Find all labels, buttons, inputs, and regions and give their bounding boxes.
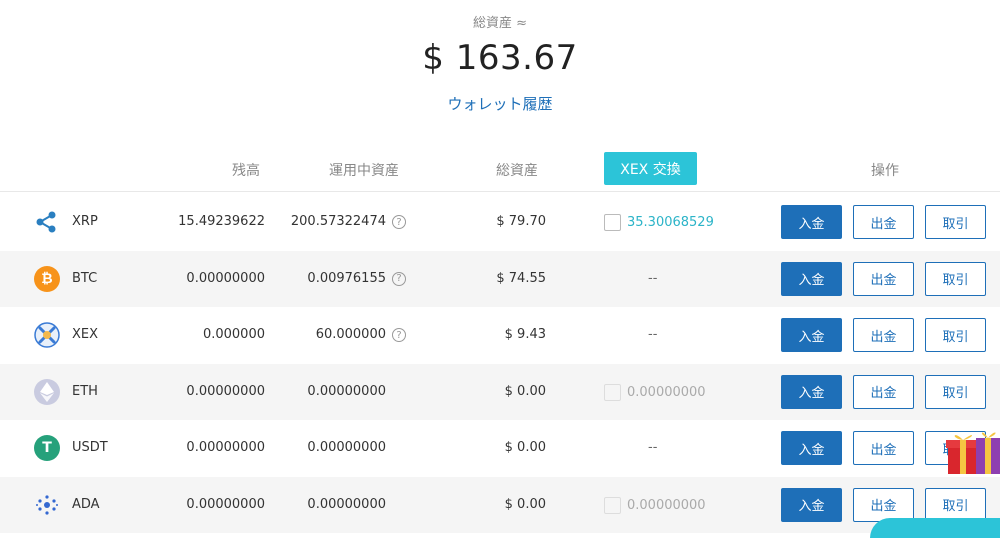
coin-name: ADA bbox=[72, 496, 100, 512]
xrp-icon bbox=[34, 209, 60, 235]
total-assets-label: 総資産 ≈ bbox=[472, 16, 528, 31]
staking-value: 0.00976155 bbox=[307, 270, 386, 286]
exchange-dash: -- bbox=[648, 440, 658, 455]
withdraw-button[interactable]: 出金 bbox=[853, 431, 914, 465]
table-row: ADA 0.00000000 0.00000000 $ 0.00 0.00000… bbox=[0, 476, 1000, 533]
coin-name: XRP bbox=[72, 214, 98, 229]
staking-value: 60.000000 bbox=[315, 327, 386, 342]
balance-value: 0.00000000 bbox=[186, 496, 265, 512]
xex-exchange-button[interactable]: XEX 交換 bbox=[604, 152, 697, 185]
table-row: XEX 0.000000 60.000000 ? $ 9.43 -- 入金 出金… bbox=[0, 307, 1000, 364]
coin-name: USDT bbox=[72, 440, 108, 455]
coin-name: ETH bbox=[72, 383, 98, 399]
balance-value: 0.00000000 bbox=[186, 270, 265, 286]
deposit-button[interactable]: 入金 bbox=[781, 205, 842, 239]
withdraw-button[interactable]: 出金 bbox=[853, 318, 914, 352]
balance-value: 0.00000000 bbox=[186, 383, 265, 399]
deposit-button[interactable]: 入金 bbox=[781, 318, 842, 352]
deposit-button[interactable]: 入金 bbox=[781, 374, 842, 409]
withdraw-button[interactable]: 出金 bbox=[853, 205, 914, 239]
table-row: ETH 0.00000000 0.00000000 $ 0.00 0.00000… bbox=[0, 363, 1000, 420]
trade-button[interactable]: 取引 bbox=[925, 205, 986, 239]
balance-value: 15.49239622 bbox=[178, 214, 265, 229]
help-icon[interactable]: ? bbox=[392, 328, 406, 342]
deposit-button[interactable]: 入金 bbox=[781, 487, 842, 522]
usdt-icon: T bbox=[34, 435, 60, 461]
balance-value: 0.000000 bbox=[202, 327, 265, 342]
wallet-history-link[interactable]: ウォレット履歴 bbox=[0, 93, 1000, 114]
coin-name: BTC bbox=[72, 270, 98, 286]
exchange-cell: 0.00000000 bbox=[604, 496, 706, 514]
coin-name: XEX bbox=[72, 327, 99, 342]
total-value: $ 0.00 bbox=[504, 383, 546, 399]
gift-icon[interactable] bbox=[944, 424, 1000, 480]
exchange-checkbox[interactable] bbox=[604, 496, 621, 514]
exchange-dash: -- bbox=[648, 327, 658, 342]
trade-button[interactable]: 取引 bbox=[925, 374, 986, 409]
total-value: $ 0.00 bbox=[504, 496, 546, 512]
column-balance: 残高 bbox=[232, 163, 260, 179]
ada-icon bbox=[34, 492, 60, 518]
trade-button[interactable]: 取引 bbox=[925, 487, 986, 522]
exchange-value: 0.00000000 bbox=[627, 497, 706, 513]
withdraw-button[interactable]: 出金 bbox=[853, 487, 914, 522]
chat-support-button[interactable] bbox=[870, 518, 1000, 538]
total-value: $ 79.70 bbox=[496, 214, 546, 229]
column-action: 操作 bbox=[871, 163, 899, 179]
eth-icon bbox=[34, 378, 60, 405]
deposit-button[interactable]: 入金 bbox=[781, 431, 842, 465]
trade-button[interactable]: 取引 bbox=[925, 261, 986, 296]
total-value: $ 74.55 bbox=[496, 270, 546, 286]
table-row: ₿ BTC 0.00000000 0.00976155 ? $ 74.55 --… bbox=[0, 250, 1000, 307]
staking-value: 200.57322474 bbox=[290, 214, 386, 229]
xex-icon bbox=[34, 322, 60, 348]
total-value: $ 9.43 bbox=[504, 327, 546, 342]
trade-button[interactable]: 取引 bbox=[925, 318, 986, 352]
staking-value: 0.00000000 bbox=[307, 440, 386, 455]
btc-icon: ₿ bbox=[34, 265, 60, 292]
exchange-cell: 0.00000000 bbox=[604, 383, 706, 401]
exchange-cell: 35.30068529 bbox=[604, 214, 714, 231]
help-icon[interactable]: ? bbox=[392, 215, 406, 229]
exchange-value: 35.30068529 bbox=[627, 215, 714, 230]
table-header: 残高 運用中資産 総資産 XEX 交換 操作 bbox=[0, 150, 1000, 192]
column-staking: 運用中資産 bbox=[329, 163, 399, 179]
asset-table: XRP 15.49239622 200.57322474 ? $ 79.70 3… bbox=[0, 194, 1000, 533]
balance-value: 0.00000000 bbox=[186, 440, 265, 455]
table-row: T USDT 0.00000000 0.00000000 $ 0.00 -- 入… bbox=[0, 420, 1000, 477]
staking-value: 0.00000000 bbox=[307, 383, 386, 399]
deposit-button[interactable]: 入金 bbox=[781, 261, 842, 296]
column-total: 総資産 bbox=[496, 163, 538, 179]
withdraw-button[interactable]: 出金 bbox=[853, 261, 914, 296]
exchange-checkbox[interactable] bbox=[604, 383, 621, 401]
help-icon[interactable]: ? bbox=[392, 271, 406, 286]
withdraw-button[interactable]: 出金 bbox=[853, 374, 914, 409]
exchange-value: 0.00000000 bbox=[627, 384, 706, 400]
exchange-dash: -- bbox=[648, 270, 658, 286]
total-assets-value: $ 163.67 bbox=[422, 38, 578, 78]
exchange-checkbox[interactable] bbox=[604, 214, 621, 231]
staking-value: 0.00000000 bbox=[307, 496, 386, 512]
table-row: XRP 15.49239622 200.57322474 ? $ 79.70 3… bbox=[0, 194, 1000, 251]
total-value: $ 0.00 bbox=[504, 440, 546, 455]
